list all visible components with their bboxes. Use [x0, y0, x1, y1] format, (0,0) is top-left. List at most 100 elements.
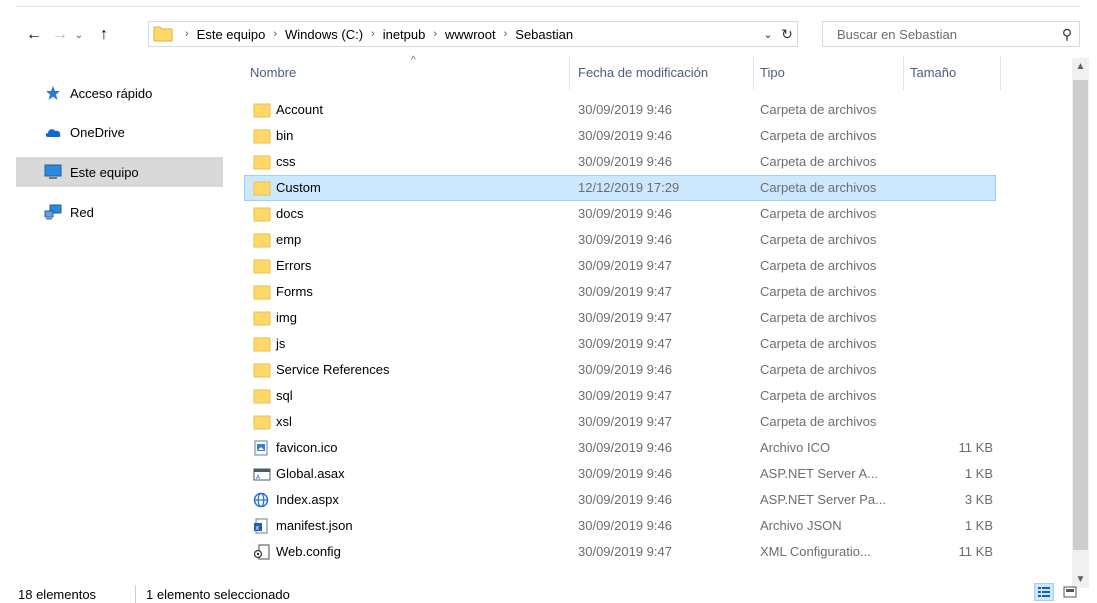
table-row[interactable]: sql 30/09/2019 9:47 Carpeta de archivos: [244, 383, 996, 409]
table-row[interactable]: docs 30/09/2019 9:46 Carpeta de archivos: [244, 201, 996, 227]
arrow-up-icon: ↑: [100, 26, 108, 43]
sidebar-item-label: OneDrive: [70, 124, 125, 140]
config-file-icon: [253, 544, 271, 560]
navigation-pane: Acceso rápido OneDrive Este equipo Red: [16, 70, 234, 585]
file-name: Global.asax: [276, 466, 345, 481]
address-actions: ⌄ ↻: [759, 22, 797, 46]
breadcrumb-item[interactable]: Windows (C:): [281, 27, 367, 42]
chevron-right-icon[interactable]: ›: [181, 28, 193, 40]
table-row[interactable]: js 30/09/2019 9:47 Carpeta de archivos: [244, 331, 996, 357]
file-type: Carpeta de archivos: [760, 414, 877, 429]
table-row[interactable]: css 30/09/2019 9:46 Carpeta de archivos: [244, 149, 996, 175]
breadcrumb-item[interactable]: wwwroot: [441, 27, 500, 42]
large-icons-view-button[interactable]: [1060, 583, 1080, 601]
sidebar-item-label: Acceso rápido: [70, 85, 153, 101]
network-icon: [42, 204, 64, 220]
chevron-right-icon[interactable]: ›: [269, 28, 281, 40]
file-type: Carpeta de archivos: [760, 232, 877, 247]
search-input[interactable]: Buscar en Sebastian: [837, 27, 1055, 42]
vertical-scrollbar[interactable]: ▲ ▼: [1072, 58, 1089, 588]
table-row[interactable]: emp 30/09/2019 9:46 Carpeta de archivos: [244, 227, 996, 253]
table-row[interactable]: Index.aspx 30/09/2019 9:46 ASP.NET Server …: [244, 487, 996, 513]
table-row[interactable]: Account 30/09/2019 9:46 Carpeta de archivo…: [244, 97, 996, 123]
table-row[interactable]: favicon.ico 30/09/2019 9:46 Archivo ICO 11 …: [244, 435, 996, 461]
file-size: [913, 384, 993, 408]
sidebar-item-red[interactable]: Red: [16, 197, 223, 227]
table-row[interactable]: x manifest.json 30/09/2019 9:46 Archivo JSO…: [244, 513, 996, 539]
breadcrumb-item[interactable]: Este equipo: [193, 27, 270, 42]
chevron-down-icon: ⌄: [74, 29, 84, 41]
breadcrumb-item[interactable]: Sebastian: [511, 27, 577, 42]
sidebar-item-acceso-rapido[interactable]: Acceso rápido: [16, 78, 223, 108]
forward-button[interactable]: →: [48, 20, 72, 50]
table-row[interactable]: xsl 30/09/2019 9:47 Carpeta de archivos: [244, 409, 996, 435]
search-icon[interactable]: ⚲: [1055, 26, 1079, 43]
breadcrumb-item[interactable]: inetpub: [379, 27, 430, 42]
chevron-right-icon[interactable]: ›: [500, 28, 512, 40]
file-type: XML Configuratio...: [760, 544, 871, 559]
file-date: 30/09/2019 9:46: [578, 102, 672, 117]
file-name: emp: [276, 232, 302, 247]
web-globe-icon: [253, 492, 271, 508]
file-size: 3 KB: [964, 492, 993, 507]
file-date: 30/09/2019 9:47: [578, 336, 672, 351]
folder-icon: [253, 180, 271, 196]
chevron-right-icon[interactable]: ›: [367, 28, 379, 40]
search-box[interactable]: Buscar en Sebastian ⚲: [822, 21, 1080, 47]
folder-icon: [253, 232, 271, 248]
file-size: [913, 280, 993, 304]
file-type: Carpeta de archivos: [760, 284, 877, 299]
navigation-bar: ← → ⌄ ↑ › Este equipo › Windows (C:) › i…: [0, 20, 1097, 50]
folder-icon: [253, 154, 271, 170]
file-type: Carpeta de archivos: [760, 180, 877, 195]
file-name: bin: [276, 128, 294, 143]
address-bar[interactable]: › Este equipo › Windows (C:) › inetpub ›…: [148, 21, 798, 47]
file-name: manifest.json: [276, 518, 353, 533]
file-date: 30/09/2019 9:46: [578, 232, 672, 247]
file-size: [913, 228, 993, 252]
file-type: Archivo ICO: [760, 440, 831, 455]
column-header-tamano[interactable]: Tamaño: [904, 56, 1001, 90]
table-row[interactable]: img 30/09/2019 9:47 Carpeta de archivos: [244, 305, 996, 331]
table-row[interactable]: Service References 30/09/2019 9:46 Carpeta…: [244, 357, 996, 383]
recent-locations-button[interactable]: ⌄: [70, 20, 88, 50]
column-header-tipo[interactable]: Tipo: [754, 56, 904, 90]
scrollbar-thumb[interactable]: [1073, 80, 1088, 550]
star-icon: [42, 85, 64, 101]
file-date: 30/09/2019 9:46: [578, 154, 672, 169]
refresh-icon[interactable]: ↻: [777, 26, 797, 43]
file-size: [913, 358, 993, 382]
file-name: css: [276, 154, 296, 169]
details-view-button[interactable]: [1034, 583, 1054, 601]
back-button[interactable]: ←: [22, 20, 46, 50]
sidebar-item-onedrive[interactable]: OneDrive: [16, 117, 223, 147]
chevron-right-icon[interactable]: ›: [429, 28, 441, 40]
sidebar-item-label: Este equipo: [70, 164, 139, 180]
arrow-left-icon: ←: [26, 26, 42, 43]
json-file-icon: x: [253, 518, 271, 534]
table-row[interactable]: bin 30/09/2019 9:46 Carpeta de archivos: [244, 123, 996, 149]
file-date: 30/09/2019 9:46: [578, 128, 672, 143]
column-header-nombre[interactable]: ^ Nombre: [244, 55, 570, 90]
table-row[interactable]: A Global.asax 30/09/2019 9:46 ASP.NET Serve…: [244, 461, 996, 487]
table-row[interactable]: Errors 30/09/2019 9:47 Carpeta de archivos: [244, 253, 996, 279]
table-row[interactable]: Web.config 30/09/2019 9:47 XML Configurati…: [244, 539, 996, 565]
file-name: sql: [276, 388, 293, 403]
file-date: 30/09/2019 9:46: [578, 206, 672, 221]
file-date: 30/09/2019 9:47: [578, 258, 672, 273]
file-name: xsl: [276, 414, 292, 429]
scroll-up-button[interactable]: ▲: [1072, 58, 1089, 75]
file-type: Carpeta de archivos: [760, 102, 877, 117]
column-header-fecha[interactable]: Fecha de modificación: [572, 56, 754, 90]
up-button[interactable]: ↑: [92, 20, 116, 50]
image-file-icon: [253, 440, 271, 456]
file-size: [913, 410, 993, 434]
sidebar-item-este-equipo[interactable]: Este equipo: [16, 157, 223, 187]
folder-icon: [253, 258, 271, 274]
file-name: Forms: [276, 284, 313, 299]
address-history-button[interactable]: ⌄: [759, 28, 777, 41]
table-row[interactable]: Custom 12/12/2019 17:29 Carpeta de archivo…: [244, 175, 996, 201]
file-date: 30/09/2019 9:47: [578, 414, 672, 429]
table-row[interactable]: Forms 30/09/2019 9:47 Carpeta de archivos: [244, 279, 996, 305]
folder-icon: [253, 102, 271, 118]
